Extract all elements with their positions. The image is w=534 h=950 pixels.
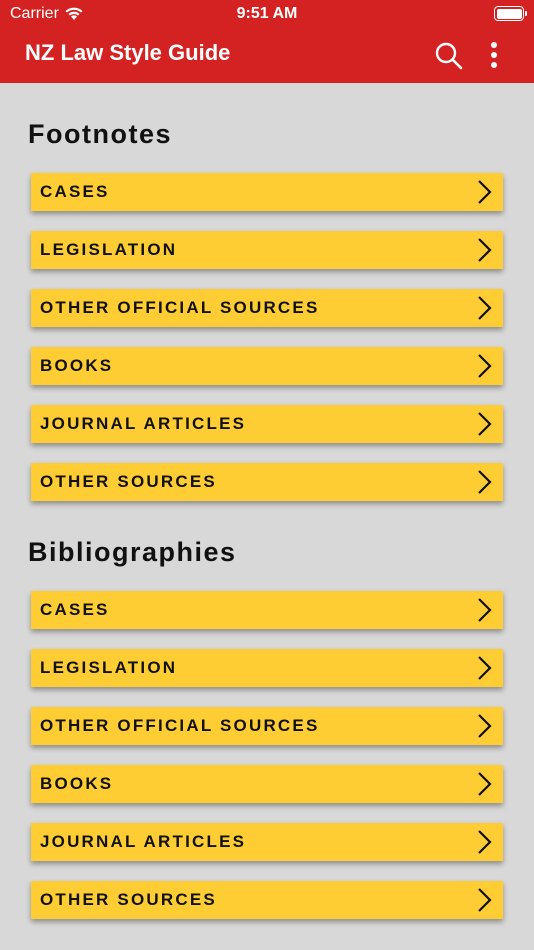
- search-icon[interactable]: [433, 40, 465, 72]
- app-title: NZ Law Style Guide: [25, 40, 231, 65]
- item-label: CASES: [40, 600, 110, 619]
- bibliographies-item-other-official-sources[interactable]: OTHER OFFICIAL SOURCES: [31, 707, 503, 745]
- bibliographies-item-journal-articles[interactable]: JOURNAL ARTICLES: [31, 823, 503, 861]
- item-label: BOOKS: [40, 774, 114, 793]
- app-header: Carrier 9:51 AM NZ Law Style Guide: [0, 0, 534, 83]
- bibliographies-item-other-sources[interactable]: OTHER SOURCES: [31, 881, 503, 919]
- section-title-bibliographies: Bibliographies: [28, 537, 237, 567]
- item-label: BOOKS: [40, 356, 114, 375]
- chevron-right-icon: [478, 656, 492, 680]
- item-label: LEGISLATION: [40, 240, 178, 259]
- chevron-right-icon: [478, 598, 492, 622]
- chevron-right-icon: [478, 714, 492, 738]
- chevron-right-icon: [478, 354, 492, 378]
- section-title-footnotes: Footnotes: [28, 119, 172, 149]
- footnotes-item-books[interactable]: BOOKS: [31, 347, 503, 385]
- chevron-right-icon: [478, 772, 492, 796]
- item-label: JOURNAL ARTICLES: [40, 832, 247, 851]
- more-vertical-icon[interactable]: [484, 40, 504, 70]
- chevron-right-icon: [478, 888, 492, 912]
- footnotes-item-legislation[interactable]: LEGISLATION: [31, 231, 503, 269]
- item-label: OTHER SOURCES: [40, 890, 217, 909]
- chevron-right-icon: [478, 180, 492, 204]
- chevron-right-icon: [478, 296, 492, 320]
- footnotes-item-cases[interactable]: CASES: [31, 173, 503, 211]
- item-label: CASES: [40, 182, 110, 201]
- status-bar: Carrier 9:51 AM: [0, 0, 534, 28]
- battery-icon: [494, 6, 527, 21]
- clock: 9:51 AM: [236, 5, 298, 22]
- footnotes-item-other-official-sources[interactable]: OTHER OFFICIAL SOURCES: [31, 289, 503, 327]
- bibliographies-item-books[interactable]: BOOKS: [31, 765, 503, 803]
- item-label: OTHER SOURCES: [40, 472, 217, 491]
- item-label: JOURNAL ARTICLES: [40, 414, 247, 433]
- item-label: OTHER OFFICIAL SOURCES: [40, 298, 320, 317]
- chevron-right-icon: [478, 412, 492, 436]
- bibliographies-item-legislation[interactable]: LEGISLATION: [31, 649, 503, 687]
- item-label: OTHER OFFICIAL SOURCES: [40, 716, 320, 735]
- footnotes-item-journal-articles[interactable]: JOURNAL ARTICLES: [31, 405, 503, 443]
- item-label: LEGISLATION: [40, 658, 178, 677]
- bibliographies-item-cases[interactable]: CASES: [31, 591, 503, 629]
- chevron-right-icon: [478, 238, 492, 262]
- footnotes-item-other-sources[interactable]: OTHER SOURCES: [31, 463, 503, 501]
- chevron-right-icon: [478, 830, 492, 854]
- chevron-right-icon: [478, 470, 492, 494]
